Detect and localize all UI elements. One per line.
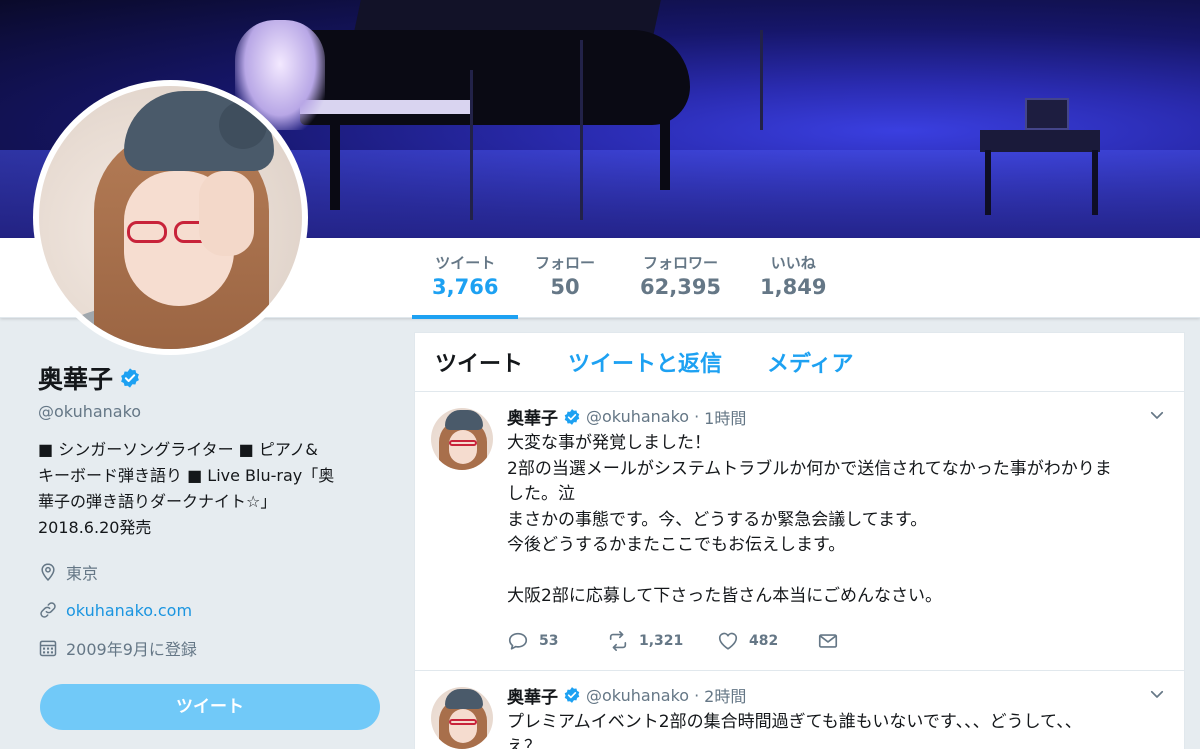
banner-laptop <box>1025 98 1069 130</box>
profile-url-link[interactable]: okuhanako.com <box>66 601 192 620</box>
timeline: ツイート ツイートと返信 メディア 奥華子 @okuhanako · 1時間 大… <box>414 332 1185 749</box>
chevron-down-icon[interactable] <box>1148 685 1166 703</box>
tab-tweets[interactable]: ツイート <box>435 346 523 378</box>
profile-name[interactable]: 奥華子 <box>38 360 113 396</box>
banner-desk <box>980 130 1100 152</box>
tweet-avatar-hat <box>445 410 483 430</box>
stat-value: 62,395 <box>640 275 722 299</box>
stat-value: 1,849 <box>760 275 827 299</box>
tweet-separator: · <box>694 685 700 705</box>
reply-icon <box>508 632 528 650</box>
heart-icon <box>718 632 738 650</box>
tweet-author-name[interactable]: 奥華子 <box>507 404 558 429</box>
calendar-icon <box>39 640 57 657</box>
tweet-header: 奥華子 @okuhanako · 2時間 <box>507 683 1164 708</box>
location-text: 東京 <box>66 564 99 583</box>
banner-mic-stand <box>470 70 473 220</box>
reply-count: 53 <box>539 632 559 649</box>
tweet-actions: 53 1,321 482 <box>507 626 1164 670</box>
profile-location: 東京 <box>38 559 383 585</box>
stat-likes[interactable]: いいね 1,849 <box>760 252 826 299</box>
timeline-tabs: ツイート ツイートと返信 メディア <box>415 333 1184 392</box>
stat-label: フォロワー <box>643 254 719 272</box>
tweet-author-handle[interactable]: @okuhanako <box>586 686 689 705</box>
profile-url: okuhanako.com <box>38 597 383 623</box>
location-pin-icon <box>41 563 55 581</box>
tweet-avatar-hat <box>445 688 483 709</box>
banner-desk-leg <box>985 150 991 215</box>
tweet-timestamp[interactable]: 1時間 <box>704 405 746 429</box>
tweet-text: 大変な事が発覚しました！ 2部の当選メールがシステムトラブルか何かで送信されてな… <box>507 433 1112 606</box>
direct-message-button[interactable] <box>817 630 917 652</box>
avatar-photo <box>39 86 302 349</box>
verified-badge-icon <box>564 687 580 703</box>
verified-badge-icon <box>564 408 580 425</box>
tweet-to-button[interactable]: ツイート <box>40 684 380 730</box>
tweet-avatar[interactable] <box>431 408 493 470</box>
tweet-item[interactable]: 奥華子 @okuhanako · 2時間 プレミアムイベント2部の集合時間過ぎて… <box>415 671 1184 749</box>
stat-label: フォロー <box>535 254 596 272</box>
stat-label: いいね <box>770 254 816 272</box>
profile-handle[interactable]: @okuhanako <box>38 402 383 421</box>
profile-avatar[interactable] <box>33 80 308 355</box>
tweet-item[interactable]: 奥華子 @okuhanako · 1時間 大変な事が発覚しました！ 2部の当選メ… <box>415 392 1184 671</box>
banner-desk-leg <box>1092 150 1098 215</box>
tweet-avatar-glasses <box>449 718 477 725</box>
banner-mic-stand <box>760 30 763 130</box>
profile-card: 奥華子 @okuhanako ■ シンガーソングライター ■ ピアノ& キーボー… <box>38 360 383 661</box>
tweet-timestamp[interactable]: 2時間 <box>704 683 746 707</box>
tab-media[interactable]: メディア <box>767 346 853 378</box>
stat-following[interactable]: フォロー 50 <box>535 252 595 299</box>
banner-piano-leg <box>660 110 670 190</box>
verified-badge-icon <box>121 368 139 388</box>
profile-bio: ■ シンガーソングライター ■ ピアノ& キーボード弾き語り ■ Live Bl… <box>38 440 335 537</box>
tweet-avatar-face <box>449 708 477 743</box>
tweet-header: 奥華子 @okuhanako · 1時間 <box>507 404 1164 429</box>
reply-button[interactable]: 53 <box>507 630 607 652</box>
retweet-icon <box>609 630 627 651</box>
profile-joined: 2009年9月に登録 <box>38 635 383 661</box>
tab-tweets-and-replies[interactable]: ツイートと返信 <box>568 346 722 378</box>
avatar-glasses <box>127 221 167 243</box>
retweet-count: 1,321 <box>639 632 684 649</box>
stat-label: ツイート <box>435 254 496 272</box>
tweet-text: プレミアムイベント2部の集合時間過ぎても誰もいないです、、、どうして、、 え？ <box>507 711 1082 749</box>
like-count: 482 <box>749 632 779 649</box>
retweet-button[interactable]: 1,321 <box>607 630 717 652</box>
chevron-down-icon[interactable] <box>1148 406 1166 424</box>
like-button[interactable]: 482 <box>717 630 817 652</box>
stat-value: 3,766 <box>432 275 499 299</box>
envelope-icon <box>818 633 838 648</box>
tweet-separator: · <box>694 407 700 426</box>
tweet-avatar[interactable] <box>431 686 493 749</box>
profile-name-row: 奥華子 <box>38 360 383 396</box>
joined-text: 2009年9月に登録 <box>66 640 197 659</box>
avatar-hat-pom <box>219 101 267 149</box>
banner-piano-keys <box>300 100 470 114</box>
avatar-hand <box>199 171 254 256</box>
stat-value: 50 <box>550 275 580 299</box>
tweet-avatar-face <box>449 430 477 464</box>
link-icon <box>40 602 56 618</box>
tweet-author-handle[interactable]: @okuhanako <box>586 407 689 426</box>
stat-followers[interactable]: フォロワー 62,395 <box>640 252 721 299</box>
tweet-author-name[interactable]: 奥華子 <box>507 683 558 708</box>
banner-mic-stand <box>580 40 583 220</box>
tweet-avatar-glasses <box>449 440 477 446</box>
stat-tweets[interactable]: ツイート 3,766 <box>411 252 520 319</box>
banner-piano-leg <box>330 120 340 210</box>
